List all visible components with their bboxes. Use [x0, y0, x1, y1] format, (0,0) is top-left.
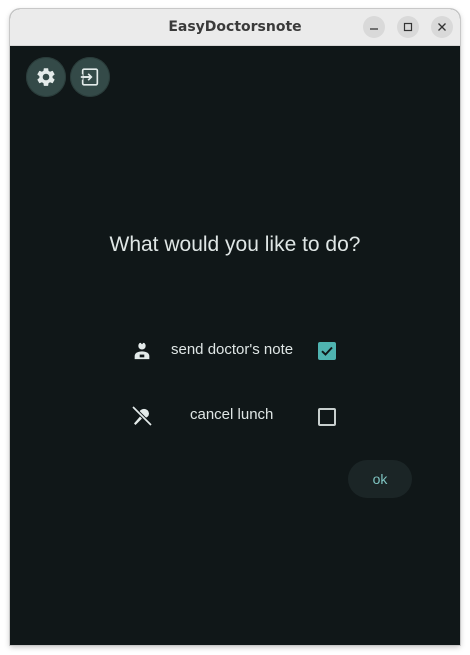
maximize-icon	[403, 22, 413, 32]
minimize-icon	[370, 28, 378, 30]
main-content: What would you like to do? send doctor's…	[10, 46, 460, 645]
no-food-icon	[130, 404, 154, 428]
cancel-lunch-checkbox[interactable]	[318, 408, 336, 426]
minimize-button[interactable]	[363, 16, 385, 38]
option-label-send-note: send doctor's note	[171, 341, 294, 358]
close-icon	[438, 23, 446, 31]
option-label-cancel-lunch: cancel lunch	[190, 406, 274, 423]
title-bar[interactable]: EasyDoctorsnote	[10, 9, 460, 46]
send-note-checkbox[interactable]	[318, 342, 336, 360]
logout-button[interactable]	[70, 57, 110, 97]
app-window: EasyDoctorsnote What would you like to d…	[10, 9, 460, 645]
window-title: EasyDoctorsnote	[168, 19, 302, 35]
check-icon	[321, 346, 333, 356]
close-button[interactable]	[431, 16, 453, 38]
gear-icon	[37, 68, 55, 86]
maximize-button[interactable]	[397, 16, 419, 38]
doctor-icon	[130, 338, 154, 362]
ok-button[interactable]: ok	[348, 460, 412, 498]
exit-icon	[79, 68, 99, 86]
settings-button[interactable]	[26, 57, 66, 97]
question-heading: What would you like to do?	[109, 233, 361, 256]
